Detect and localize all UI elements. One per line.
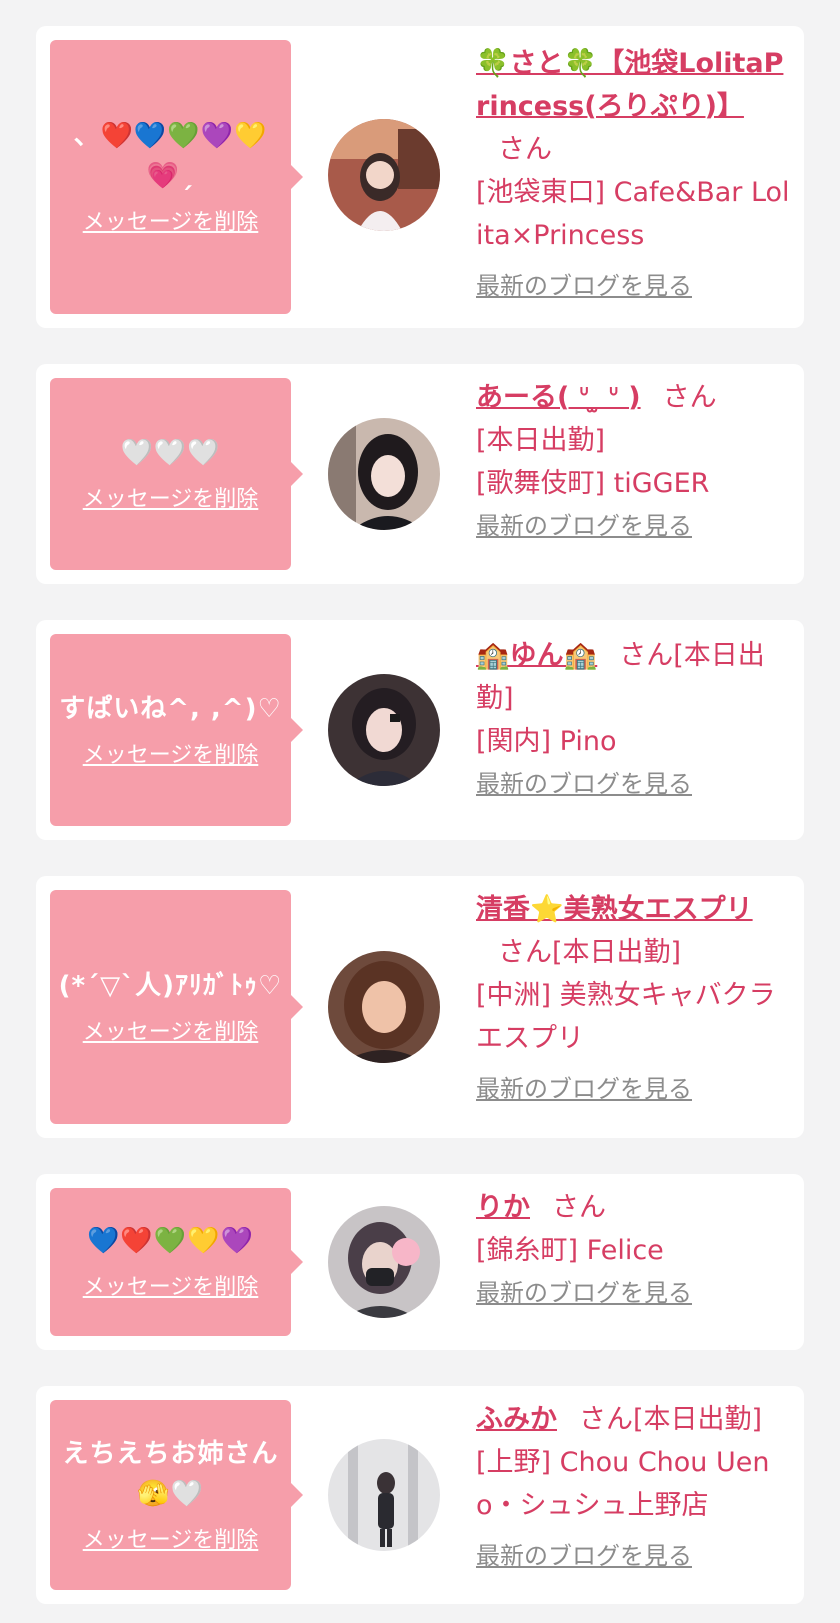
message-text: すぱいね^, ,^)♡ [59, 694, 282, 724]
shop-text: [錦糸町] Felice [476, 1235, 664, 1266]
message-text: 💙❤️💚💛💜 [87, 1226, 254, 1256]
shop-text: [関内] Pino [476, 726, 617, 757]
cast-name-link[interactable]: 清香⭐️美熟女エスプリ [476, 894, 753, 925]
cast-info: 清香⭐️美熟女エスプリさん[本日出勤] [中洲] 美熟女キャバクラ エスプリ 最… [476, 888, 792, 1106]
list-item: 🤍🤍🤍 メッセージを削除 あーる( ᐡ ̫ ᐡ ) さん [本日出勤] [歌舞伎町… [36, 364, 804, 584]
shop-text: [歌舞伎町] tiGGER [476, 468, 710, 499]
honorific: さん [498, 134, 552, 165]
message-text: 🤍🤍🤍 [120, 438, 221, 468]
message-bubble: 💙❤️💚💛💜 メッセージを削除 [50, 1188, 303, 1336]
name-line: ふみか さん[本日出勤] [476, 1398, 792, 1441]
honorific: さん [579, 1404, 633, 1435]
message-bubble: (*´▽`人)ｱﾘｶﾞﾄｩ♡ メッセージを削除 [50, 890, 303, 1124]
message-bubble: 🤍🤍🤍 メッセージを削除 [50, 378, 303, 570]
cast-name-link[interactable]: りか [476, 1192, 530, 1223]
avatar[interactable] [328, 951, 440, 1063]
latest-blog-link[interactable]: 最新のブログを見る [476, 509, 692, 543]
message-text: えちえちお姉さん🫣🤍 [62, 1439, 279, 1509]
shop-text: [中洲] 美熟女キャバクラ エスプリ [476, 980, 776, 1054]
name-line: あーる( ᐡ ̫ ᐡ ) さん [476, 376, 792, 419]
avatar[interactable] [328, 674, 440, 786]
list-item: えちえちお姉さん🫣🤍 メッセージを削除 ふみか さん[本日出勤] [上野] Cho… [36, 1386, 804, 1604]
delete-message-link[interactable]: メッセージを削除 [83, 208, 259, 238]
name-line: 🏫ゆん🏫 さん[本日出勤] [476, 634, 792, 720]
avatar[interactable] [328, 1206, 440, 1318]
shop-text: [上野] Chou Chou Ueno・シュシュ上野店 [476, 1447, 770, 1521]
avatar[interactable] [328, 1439, 440, 1551]
list-item: 、❤️💙💚💜💛💗ˏ メッセージを削除 🍀さと🍀【池袋LolitaPrincess… [36, 26, 804, 328]
cast-info: 🏫ゆん🏫 さん[本日出勤] [関内] Pino 最新のブログを見る [476, 634, 792, 801]
honorific: さん [552, 1192, 606, 1223]
list-item: すぱいね^, ,^)♡ メッセージを削除 🏫ゆん🏫 さん[本日出勤] [関内] P… [36, 620, 804, 840]
avatar[interactable] [328, 418, 440, 530]
honorific: さん [619, 640, 674, 671]
delete-message-link[interactable]: メッセージを削除 [83, 1526, 259, 1556]
cast-name-link[interactable]: 🏫ゆん🏫 [476, 640, 597, 671]
list-item: (*´▽`人)ｱﾘｶﾞﾄｩ♡ メッセージを削除 清香⭐️美熟女エスプリさん[本日… [36, 876, 804, 1138]
honorific: さん [662, 382, 717, 413]
cast-info: あーる( ᐡ ̫ ᐡ ) さん [本日出勤] [歌舞伎町] tiGGER 最新のブ… [476, 376, 792, 543]
status-text: [本日出勤] [552, 937, 682, 968]
latest-blog-link[interactable]: 最新のブログを見る [476, 1276, 692, 1310]
cast-name-link[interactable]: 🍀さと🍀【池袋LolitaPrincess(ろりぷり)】 [476, 48, 783, 122]
name-line: りか さん [476, 1186, 792, 1229]
latest-blog-link[interactable]: 最新のブログを見る [476, 269, 692, 303]
delete-message-link[interactable]: メッセージを削除 [83, 1273, 259, 1303]
cast-name-link[interactable]: ふみか [476, 1404, 557, 1435]
honorific: さん [498, 937, 552, 968]
cast-info: 🍀さと🍀【池袋LolitaPrincess(ろりぷり)】さん [池袋東口] Ca… [476, 42, 792, 303]
shop-text: [池袋東口] Cafe&Bar Lolita×Princess [476, 177, 790, 251]
latest-blog-link[interactable]: 最新のブログを見る [476, 1072, 692, 1106]
cast-info: りか さん [錦糸町] Felice 最新のブログを見る [476, 1186, 792, 1310]
list-item: 💙❤️💚💛💜 メッセージを削除 りか さん [錦糸町] Felice 最新のブログ… [36, 1174, 804, 1350]
status-text: [本日出勤] [633, 1404, 763, 1435]
message-bubble: すぱいね^, ,^)♡ メッセージを削除 [50, 634, 303, 826]
status-text: [本日出勤] [476, 425, 606, 456]
latest-blog-link[interactable]: 最新のブログを見る [476, 1539, 692, 1573]
latest-blog-link[interactable]: 最新のブログを見る [476, 767, 692, 801]
cast-info: ふみか さん[本日出勤] [上野] Chou Chou Ueno・シュシュ上野店 … [476, 1398, 792, 1573]
message-bubble: 、❤️💙💚💜💛💗ˏ メッセージを削除 [50, 40, 303, 314]
message-list: 、❤️💙💚💜💛💗ˏ メッセージを削除 🍀さと🍀【池袋LolitaPrincess… [0, 0, 840, 1623]
avatar[interactable] [328, 119, 440, 231]
message-text: 、❤️💙💚💜💛💗ˏ [73, 121, 268, 191]
name-line: 清香⭐️美熟女エスプリさん[本日出勤] [476, 888, 792, 974]
message-bubble: えちえちお姉さん🫣🤍 メッセージを削除 [50, 1400, 303, 1590]
message-text: (*´▽`人)ｱﾘｶﾞﾄｩ♡ [58, 971, 283, 1001]
delete-message-link[interactable]: メッセージを削除 [83, 741, 259, 771]
delete-message-link[interactable]: メッセージを削除 [83, 485, 259, 515]
cast-name-link[interactable]: あーる( ᐡ ̫ ᐡ ) [476, 382, 641, 413]
name-line: 🍀さと🍀【池袋LolitaPrincess(ろりぷり)】さん [476, 42, 792, 171]
delete-message-link[interactable]: メッセージを削除 [83, 1018, 259, 1048]
